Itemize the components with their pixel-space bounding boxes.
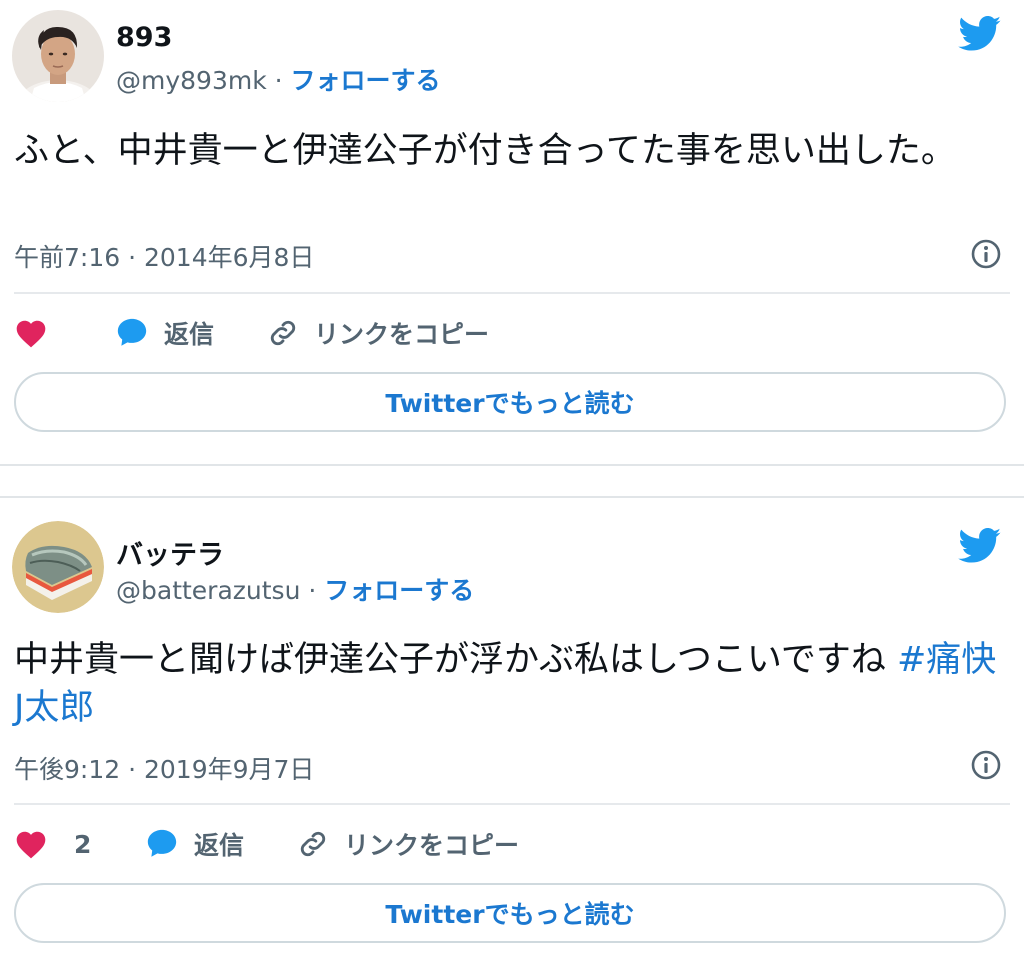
link-icon bbox=[270, 320, 296, 346]
handle-separator: · bbox=[300, 576, 325, 605]
copy-link-label: リンクをコピー bbox=[344, 831, 520, 860]
tweet-divider bbox=[14, 292, 1010, 294]
author-handle-line: @batterazutsu · フォローする bbox=[116, 571, 474, 607]
like-count: 2 bbox=[74, 829, 92, 859]
tweet-card: バッテラ @batterazutsu · フォローする 中井貴一と聞けば伊達公子… bbox=[0, 497, 1024, 966]
tweet-text: 中井貴一と聞けば伊達公子が浮かぶ私はしつこいですね #痛快J太郎 bbox=[14, 636, 1004, 732]
reply-button[interactable]: 返信 bbox=[114, 315, 266, 351]
tweet-body: ふと、中井貴一と伊達公子が付き合ってた事を思い出した。 bbox=[14, 131, 956, 171]
tweet-body: 中井貴一と聞けば伊達公子が浮かぶ私はしつこいですね bbox=[14, 640, 897, 680]
read-more-button[interactable]: Twitterでもっと読む bbox=[14, 883, 1006, 943]
author-handle[interactable]: @batterazutsu bbox=[116, 576, 300, 605]
tweet-card: 893 @my893mk · フォローする ふと、中井貴一と伊達公子が付き合って… bbox=[0, 0, 1024, 466]
action-bar: 返信 リンクをコピー bbox=[14, 311, 489, 355]
handle-separator: · bbox=[266, 66, 291, 95]
author-name[interactable]: バッテラ bbox=[116, 533, 224, 572]
author-handle-line: @my893mk · フォローする bbox=[116, 61, 441, 97]
reply-label: 返信 bbox=[164, 320, 215, 349]
tweet-divider bbox=[14, 803, 1010, 805]
reply-label: 返信 bbox=[194, 831, 245, 860]
author-avatar[interactable] bbox=[12, 521, 104, 613]
info-icon[interactable] bbox=[970, 238, 1002, 270]
speech-bubble-icon bbox=[147, 829, 177, 857]
speech-bubble-icon bbox=[117, 318, 147, 346]
copy-link-button[interactable]: リンクをコピー bbox=[266, 315, 489, 351]
follow-button[interactable]: フォローする bbox=[324, 576, 474, 605]
author-name[interactable]: 893 bbox=[116, 22, 172, 53]
like-button[interactable] bbox=[14, 318, 114, 348]
tweet-timestamp[interactable]: 午後9:12 · 2019年9月7日 bbox=[14, 750, 314, 786]
follow-button[interactable]: フォローする bbox=[291, 66, 441, 95]
tweet-text: ふと、中井貴一と伊達公子が付き合ってた事を思い出した。 bbox=[14, 127, 1004, 175]
battera-sushi-avatar bbox=[12, 521, 104, 613]
like-button[interactable]: 2 bbox=[14, 829, 144, 859]
reply-button[interactable]: 返信 bbox=[144, 826, 296, 862]
info-icon[interactable] bbox=[970, 749, 1002, 781]
tweet-separator bbox=[0, 464, 1024, 498]
copy-link-label: リンクをコピー bbox=[314, 320, 490, 349]
read-more-button[interactable]: Twitterでもっと読む bbox=[14, 372, 1006, 432]
link-icon bbox=[300, 831, 326, 857]
twitter-bird-icon[interactable] bbox=[958, 528, 1002, 564]
heart-icon bbox=[16, 831, 46, 859]
author-handle[interactable]: @my893mk bbox=[116, 66, 267, 95]
action-bar: 2 返信 リンクをコピー bbox=[14, 822, 519, 866]
copy-link-button[interactable]: リンクをコピー bbox=[296, 826, 519, 862]
author-avatar[interactable] bbox=[12, 10, 104, 102]
twitter-bird-icon[interactable] bbox=[958, 16, 1002, 52]
tweet-timestamp[interactable]: 午前7:16 · 2014年6月8日 bbox=[14, 238, 314, 274]
person-photo-avatar bbox=[12, 10, 104, 102]
heart-icon bbox=[16, 320, 46, 348]
